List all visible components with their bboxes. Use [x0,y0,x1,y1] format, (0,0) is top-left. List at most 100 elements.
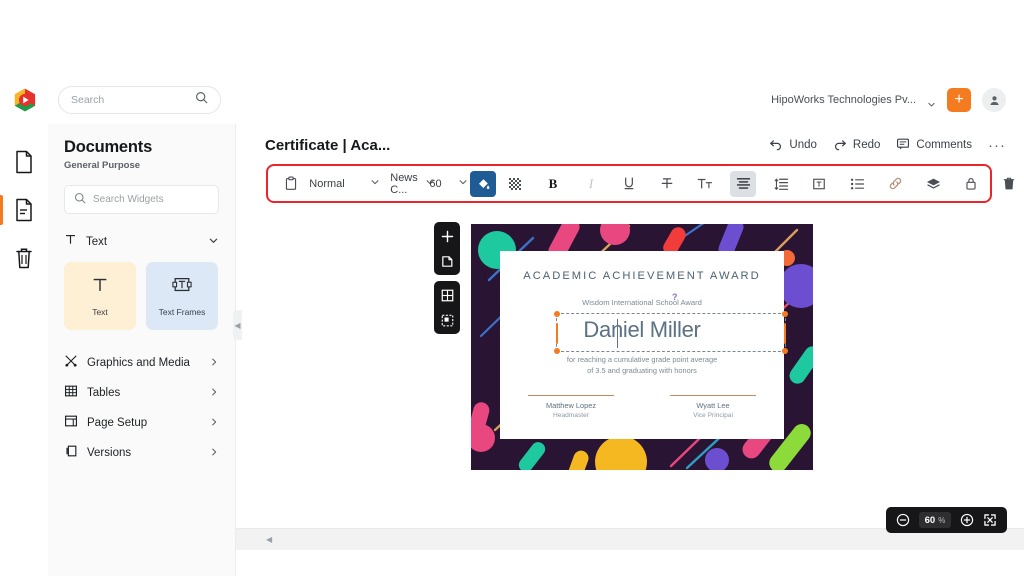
paragraph-style-chevron[interactable] [362,171,388,197]
select-area-icon[interactable] [438,311,456,329]
redo-arrow-icon [833,137,847,154]
bold-icon: B [548,175,558,191]
widget-card-grid: Text Text Frames [64,262,219,330]
global-search-input[interactable]: Search [58,86,221,114]
certificate-artboard[interactable]: ACADEMIC ACHIEVEMENT AWARD Wisdom Intern… [471,224,813,470]
widget-card-text-frames[interactable]: Text Frames [146,262,218,330]
comments-label: Comments [916,139,972,151]
delete-trash-button[interactable] [996,171,1022,197]
add-plus-icon[interactable] [438,227,456,245]
app-logo-hexagon[interactable] [12,87,38,113]
transparency-grid-icon[interactable] [502,171,528,197]
zoom-out-circle-icon[interactable] [896,513,910,527]
chevron-right-icon [209,354,219,372]
resize-handle-left-middle[interactable] [556,323,558,344]
link-button[interactable] [882,171,908,197]
float-group-add [434,222,460,275]
document-header: Certificate | Aca... Undo Redo Comments [236,124,1024,166]
grid-view-icon[interactable] [438,286,456,304]
lock-button[interactable] [958,171,984,197]
duplicate-page-icon[interactable] [438,252,456,270]
organization-name[interactable]: HipoWorks Technologies Pv... [771,94,916,106]
undo-label: Undo [789,139,817,151]
signature-role: Headmaster [553,412,589,419]
app-root: Search HipoWorks Technologies Pv... + Do… [0,0,1024,576]
sidebar-collapse-handle[interactable]: ◀ [233,310,242,340]
strikethrough-button[interactable] [654,171,680,197]
sidebar-item-versions[interactable]: Versions [64,438,219,468]
chevron-down-icon[interactable] [208,233,219,251]
font-family-dropdown[interactable]: News C... [390,171,434,197]
certificate-body-line2: of 3.5 and graduating with honors [587,366,697,376]
italic-icon: I [588,175,594,191]
signature-name: Wyatt Lee [696,401,730,410]
line-spacing-button[interactable] [768,171,794,197]
widget-card-text[interactable]: Text [64,262,136,330]
chevron-right-icon [209,384,219,402]
global-topbar: Search HipoWorks Technologies Pv... + [0,76,1024,124]
widget-search-input[interactable]: Search Widgets [64,185,219,214]
resize-handle-top-left[interactable] [554,311,560,317]
rail-item-documents[interactable] [0,138,48,186]
sidebar-title: Documents [64,138,153,156]
bold-button[interactable]: B [540,171,566,197]
redo-button[interactable]: Redo [833,137,881,154]
widget-card-label: Text Frames [158,307,206,317]
undo-arrow-icon [769,137,783,154]
rail-item-trash[interactable] [0,234,48,282]
paragraph-style-dropdown[interactable]: Normal [309,171,344,197]
text-size-button[interactable] [692,171,718,197]
zoom-value: 60 [924,514,936,526]
resize-handle-bottom-right[interactable] [782,348,788,354]
zoom-in-circle-icon[interactable] [960,513,974,527]
fill-color-bucket-icon[interactable] [470,170,496,197]
page-title[interactable]: Certificate | Aca... [265,137,390,154]
text-box-button[interactable] [806,171,832,197]
resize-handle-top-right[interactable] [782,311,788,317]
left-icon-rail [0,124,48,576]
page-setup-icon [64,414,78,433]
comments-button[interactable]: Comments [896,137,972,154]
resize-handle-right-middle[interactable] [784,323,786,344]
user-avatar-icon[interactable] [982,88,1006,112]
text-T-icon [90,275,110,300]
zoom-value-field[interactable]: 60 % [918,512,952,528]
chevron-down-icon [458,177,468,190]
sidebar-item-tables[interactable]: Tables [64,378,219,408]
certificate-content: ACADEMIC ACHIEVEMENT AWARD Wisdom Intern… [500,251,788,439]
bullet-list-button[interactable] [844,171,870,197]
undo-button[interactable]: Undo [769,137,817,154]
text-frame-icon [171,275,193,300]
underline-button[interactable] [616,171,642,197]
sidebar-item-page-setup[interactable]: Page Setup [64,408,219,438]
text-T-icon [64,233,77,251]
fit-to-screen-icon[interactable] [983,513,997,527]
certificate-title: ACADEMIC ACHIEVEMENT AWARD [523,270,761,282]
table-grid-icon [64,384,78,403]
italic-button[interactable]: I [578,171,604,197]
float-group-view [434,281,460,334]
redo-label: Redo [852,139,881,151]
resize-handle-bottom-left[interactable] [554,348,560,354]
canvas-float-toolbar [434,222,460,334]
align-text-button[interactable] [730,170,756,197]
chevron-down-icon[interactable] [927,96,936,106]
layers-button[interactable] [920,171,946,197]
font-family-value: News C... [390,171,418,196]
rail-item-active-document[interactable] [0,186,48,234]
sidebar-item-graphics-and-media[interactable]: Graphics and Media [64,348,219,378]
sidebar-section-text[interactable]: Text [64,232,219,252]
paste-clipboard-button[interactable] [278,171,304,197]
add-new-button[interactable]: + [947,88,971,112]
certificate-body-text: for reaching a cumulative grade point av… [500,354,784,377]
canvas-bottom-pad [236,550,1024,576]
font-size-dropdown[interactable]: 60 [429,171,467,197]
sidebar-item-label: Graphics and Media [87,357,190,369]
text-caret [617,319,619,348]
more-horizontal-icon[interactable]: ··· [988,138,1006,153]
zoom-control: 60 % [886,507,1007,533]
text-selection-box[interactable] [554,311,788,354]
document-canvas[interactable]: ACADEMIC ACHIEVEMENT AWARD Wisdom Intern… [236,208,1024,528]
scroll-left-arrow-icon[interactable]: ◀ [266,535,272,544]
signature-block-right: Wyatt Lee Vice Principal [670,395,756,419]
